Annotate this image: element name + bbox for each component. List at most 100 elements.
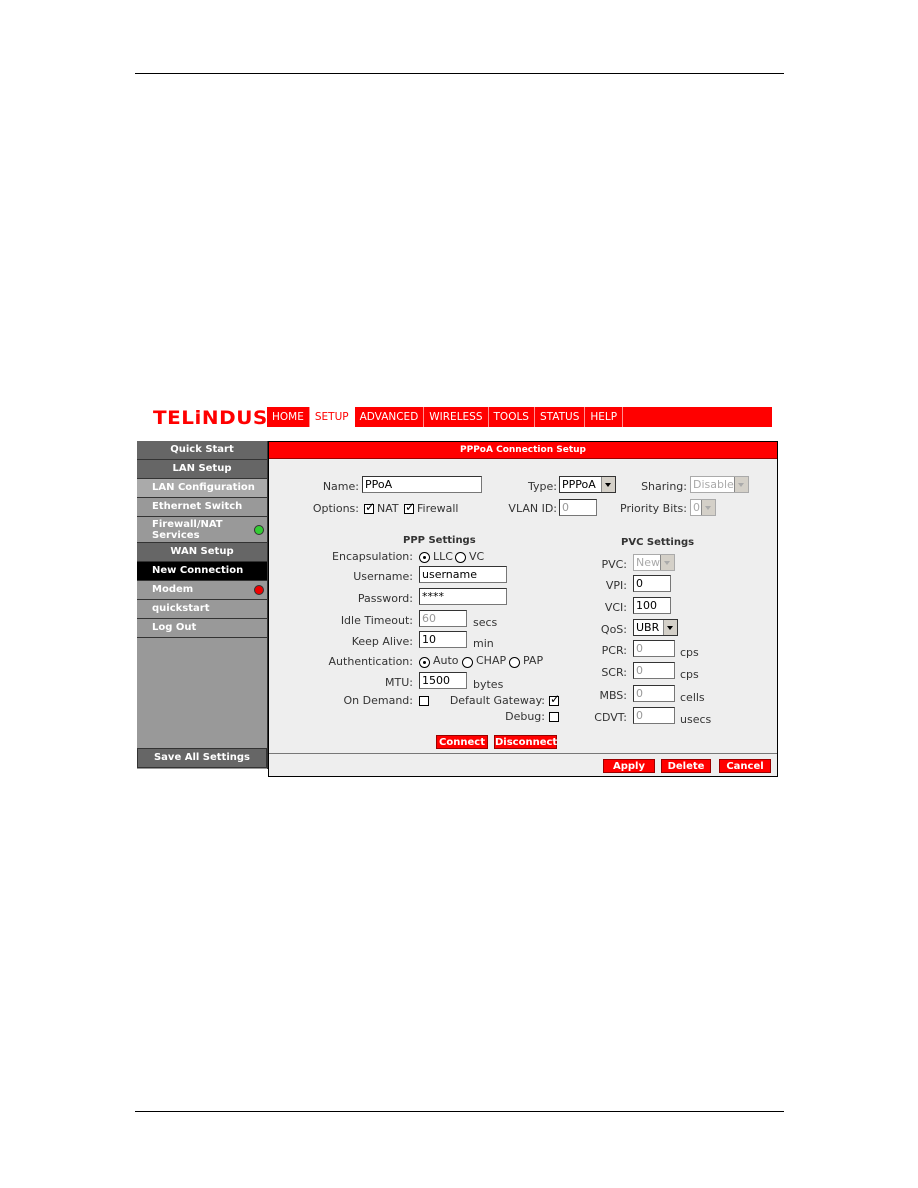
pvc-settings-heading: PVC Settings xyxy=(621,537,695,548)
nat-label: NAT xyxy=(377,502,399,515)
cancel-button[interactable]: Cancel xyxy=(719,759,771,773)
firewall-checkbox[interactable] xyxy=(404,500,415,514)
top-nav: HOME SETUP ADVANCED WIRELESS TOOLS STATU… xyxy=(267,407,772,427)
chevron-down-icon xyxy=(660,555,674,570)
pvc-label: PVC: xyxy=(601,558,627,571)
priority-bits-select[interactable]: 0 xyxy=(690,499,716,516)
name-label: Name: xyxy=(322,480,359,493)
on-demand-label: On Demand: xyxy=(343,694,413,707)
scr-unit: cps xyxy=(680,668,699,681)
apply-button[interactable]: Apply xyxy=(603,759,655,773)
mbs-label: MBS: xyxy=(599,689,627,702)
mbs-unit: cells xyxy=(680,691,705,704)
sidebar-header-wan-setup[interactable]: WAN Setup xyxy=(137,543,267,562)
vpi-input[interactable]: 0 xyxy=(633,575,671,592)
sidebar-item-firewall-nat[interactable]: Firewall/NAT Services xyxy=(137,517,267,543)
connection-setup-panel: PPPoA Connection Setup Name: PPoA Type: … xyxy=(268,441,778,777)
tab-status[interactable]: STATUS xyxy=(535,407,586,427)
scr-label: SCR: xyxy=(601,666,627,679)
vci-input[interactable]: 100 xyxy=(633,597,671,614)
firewall-label: Firewall xyxy=(417,502,459,515)
sidebar-item-log-out[interactable]: Log Out xyxy=(137,619,267,638)
authentication-label: Authentication: xyxy=(328,655,413,668)
idle-timeout-input[interactable]: 60 xyxy=(419,610,467,627)
default-gateway-checkbox[interactable] xyxy=(549,692,560,706)
connect-button[interactable]: Connect xyxy=(436,735,488,749)
options-label: Options: xyxy=(312,502,359,515)
chevron-down-icon xyxy=(701,500,715,515)
sidebar-item-new-connection[interactable]: New Connection xyxy=(137,562,267,581)
encap-llc-radio[interactable] xyxy=(419,552,430,563)
cdvt-input[interactable]: 0 xyxy=(633,707,675,724)
debug-checkbox[interactable] xyxy=(549,712,559,722)
vlan-id-label: VLAN ID: xyxy=(508,502,557,515)
auth-pap-label: PAP xyxy=(523,654,544,667)
status-error-icon xyxy=(254,585,264,595)
cdvt-unit: usecs xyxy=(680,713,712,726)
vci-label: VCI: xyxy=(604,601,627,614)
tab-setup[interactable]: SETUP xyxy=(309,407,355,427)
tab-wireless[interactable]: WIRELESS xyxy=(424,407,489,427)
auth-auto-radio[interactable] xyxy=(419,657,430,668)
keep-alive-unit: min xyxy=(473,637,494,650)
idle-timeout-label: Idle Timeout: xyxy=(340,614,413,627)
nat-checkbox[interactable] xyxy=(364,500,375,514)
chevron-down-icon xyxy=(601,477,615,492)
password-label: Password: xyxy=(357,592,413,605)
tab-home[interactable]: HOME xyxy=(267,407,310,427)
auth-chap-label: CHAP xyxy=(476,654,507,667)
encapsulation-label: Encapsulation: xyxy=(332,550,413,563)
encap-vc-radio[interactable] xyxy=(455,552,466,563)
priority-bits-value: 0 xyxy=(693,501,700,514)
sidebar-item-label: Firewall/NAT xyxy=(152,519,223,530)
username-input[interactable]: username xyxy=(419,566,507,583)
delete-button[interactable]: Delete xyxy=(661,759,711,773)
pcr-label: PCR: xyxy=(601,644,627,657)
keep-alive-label: Keep Alive: xyxy=(351,635,413,648)
tab-help[interactable]: HELP xyxy=(585,407,624,427)
tab-tools[interactable]: TOOLS xyxy=(489,407,535,427)
qos-select[interactable]: UBR xyxy=(633,619,678,636)
password-input[interactable]: **** xyxy=(419,588,507,605)
type-select[interactable]: PPPoA xyxy=(559,476,616,493)
encap-vc-label: VC xyxy=(469,550,485,563)
scr-input[interactable]: 0 xyxy=(633,662,675,679)
tab-advanced[interactable]: ADVANCED xyxy=(355,407,425,427)
mbs-input[interactable]: 0 xyxy=(633,685,675,702)
sharing-label: Sharing: xyxy=(641,480,687,493)
page-header-rule xyxy=(135,73,784,74)
name-input[interactable]: PPoA xyxy=(362,476,482,493)
sidebar-header-lan-setup[interactable]: LAN Setup xyxy=(137,460,267,479)
debug-label: Debug: xyxy=(505,710,545,723)
sidebar-item-quickstart[interactable]: quickstart xyxy=(137,600,267,619)
auth-chap-radio[interactable] xyxy=(462,657,473,668)
pvc-select[interactable]: New xyxy=(633,554,675,571)
vlan-id-input[interactable]: 0 xyxy=(559,499,597,516)
sidebar-item-modem[interactable]: Modem xyxy=(137,581,267,600)
sidebar-item-label: Modem xyxy=(152,584,194,595)
page-footer-rule xyxy=(135,1111,784,1112)
idle-timeout-unit: secs xyxy=(473,616,498,629)
qos-label: QoS: xyxy=(600,623,627,636)
priority-bits-label: Priority Bits: xyxy=(620,502,687,515)
sidebar: Quick Start LAN Setup LAN Configuration … xyxy=(137,441,268,769)
ppp-settings-heading: PPP Settings xyxy=(403,535,476,546)
mtu-label: MTU: xyxy=(385,676,413,689)
pcr-input[interactable]: 0 xyxy=(633,640,675,657)
sharing-select[interactable]: Disable xyxy=(690,476,749,493)
pcr-unit: cps xyxy=(680,646,699,659)
mtu-input[interactable]: 1500 xyxy=(419,672,467,689)
sidebar-item-quick-start[interactable]: Quick Start xyxy=(137,441,267,460)
router-admin-screenshot: TELiNDUS HOME SETUP ADVANCED WIRELESS TO… xyxy=(137,400,778,780)
disconnect-button[interactable]: Disconnect xyxy=(494,735,557,749)
sidebar-item-lan-configuration[interactable]: LAN Configuration xyxy=(137,479,267,498)
auth-pap-radio[interactable] xyxy=(509,657,520,668)
save-all-settings-button[interactable]: Save All Settings xyxy=(137,748,267,768)
auth-auto-label: Auto xyxy=(433,654,459,667)
keep-alive-input[interactable]: 10 xyxy=(419,631,467,648)
encap-llc-label: LLC xyxy=(433,550,453,563)
on-demand-checkbox[interactable] xyxy=(419,696,429,706)
chevron-down-icon xyxy=(734,477,748,492)
default-gateway-label: Default Gateway: xyxy=(449,694,545,707)
sidebar-item-ethernet-switch[interactable]: Ethernet Switch xyxy=(137,498,267,517)
